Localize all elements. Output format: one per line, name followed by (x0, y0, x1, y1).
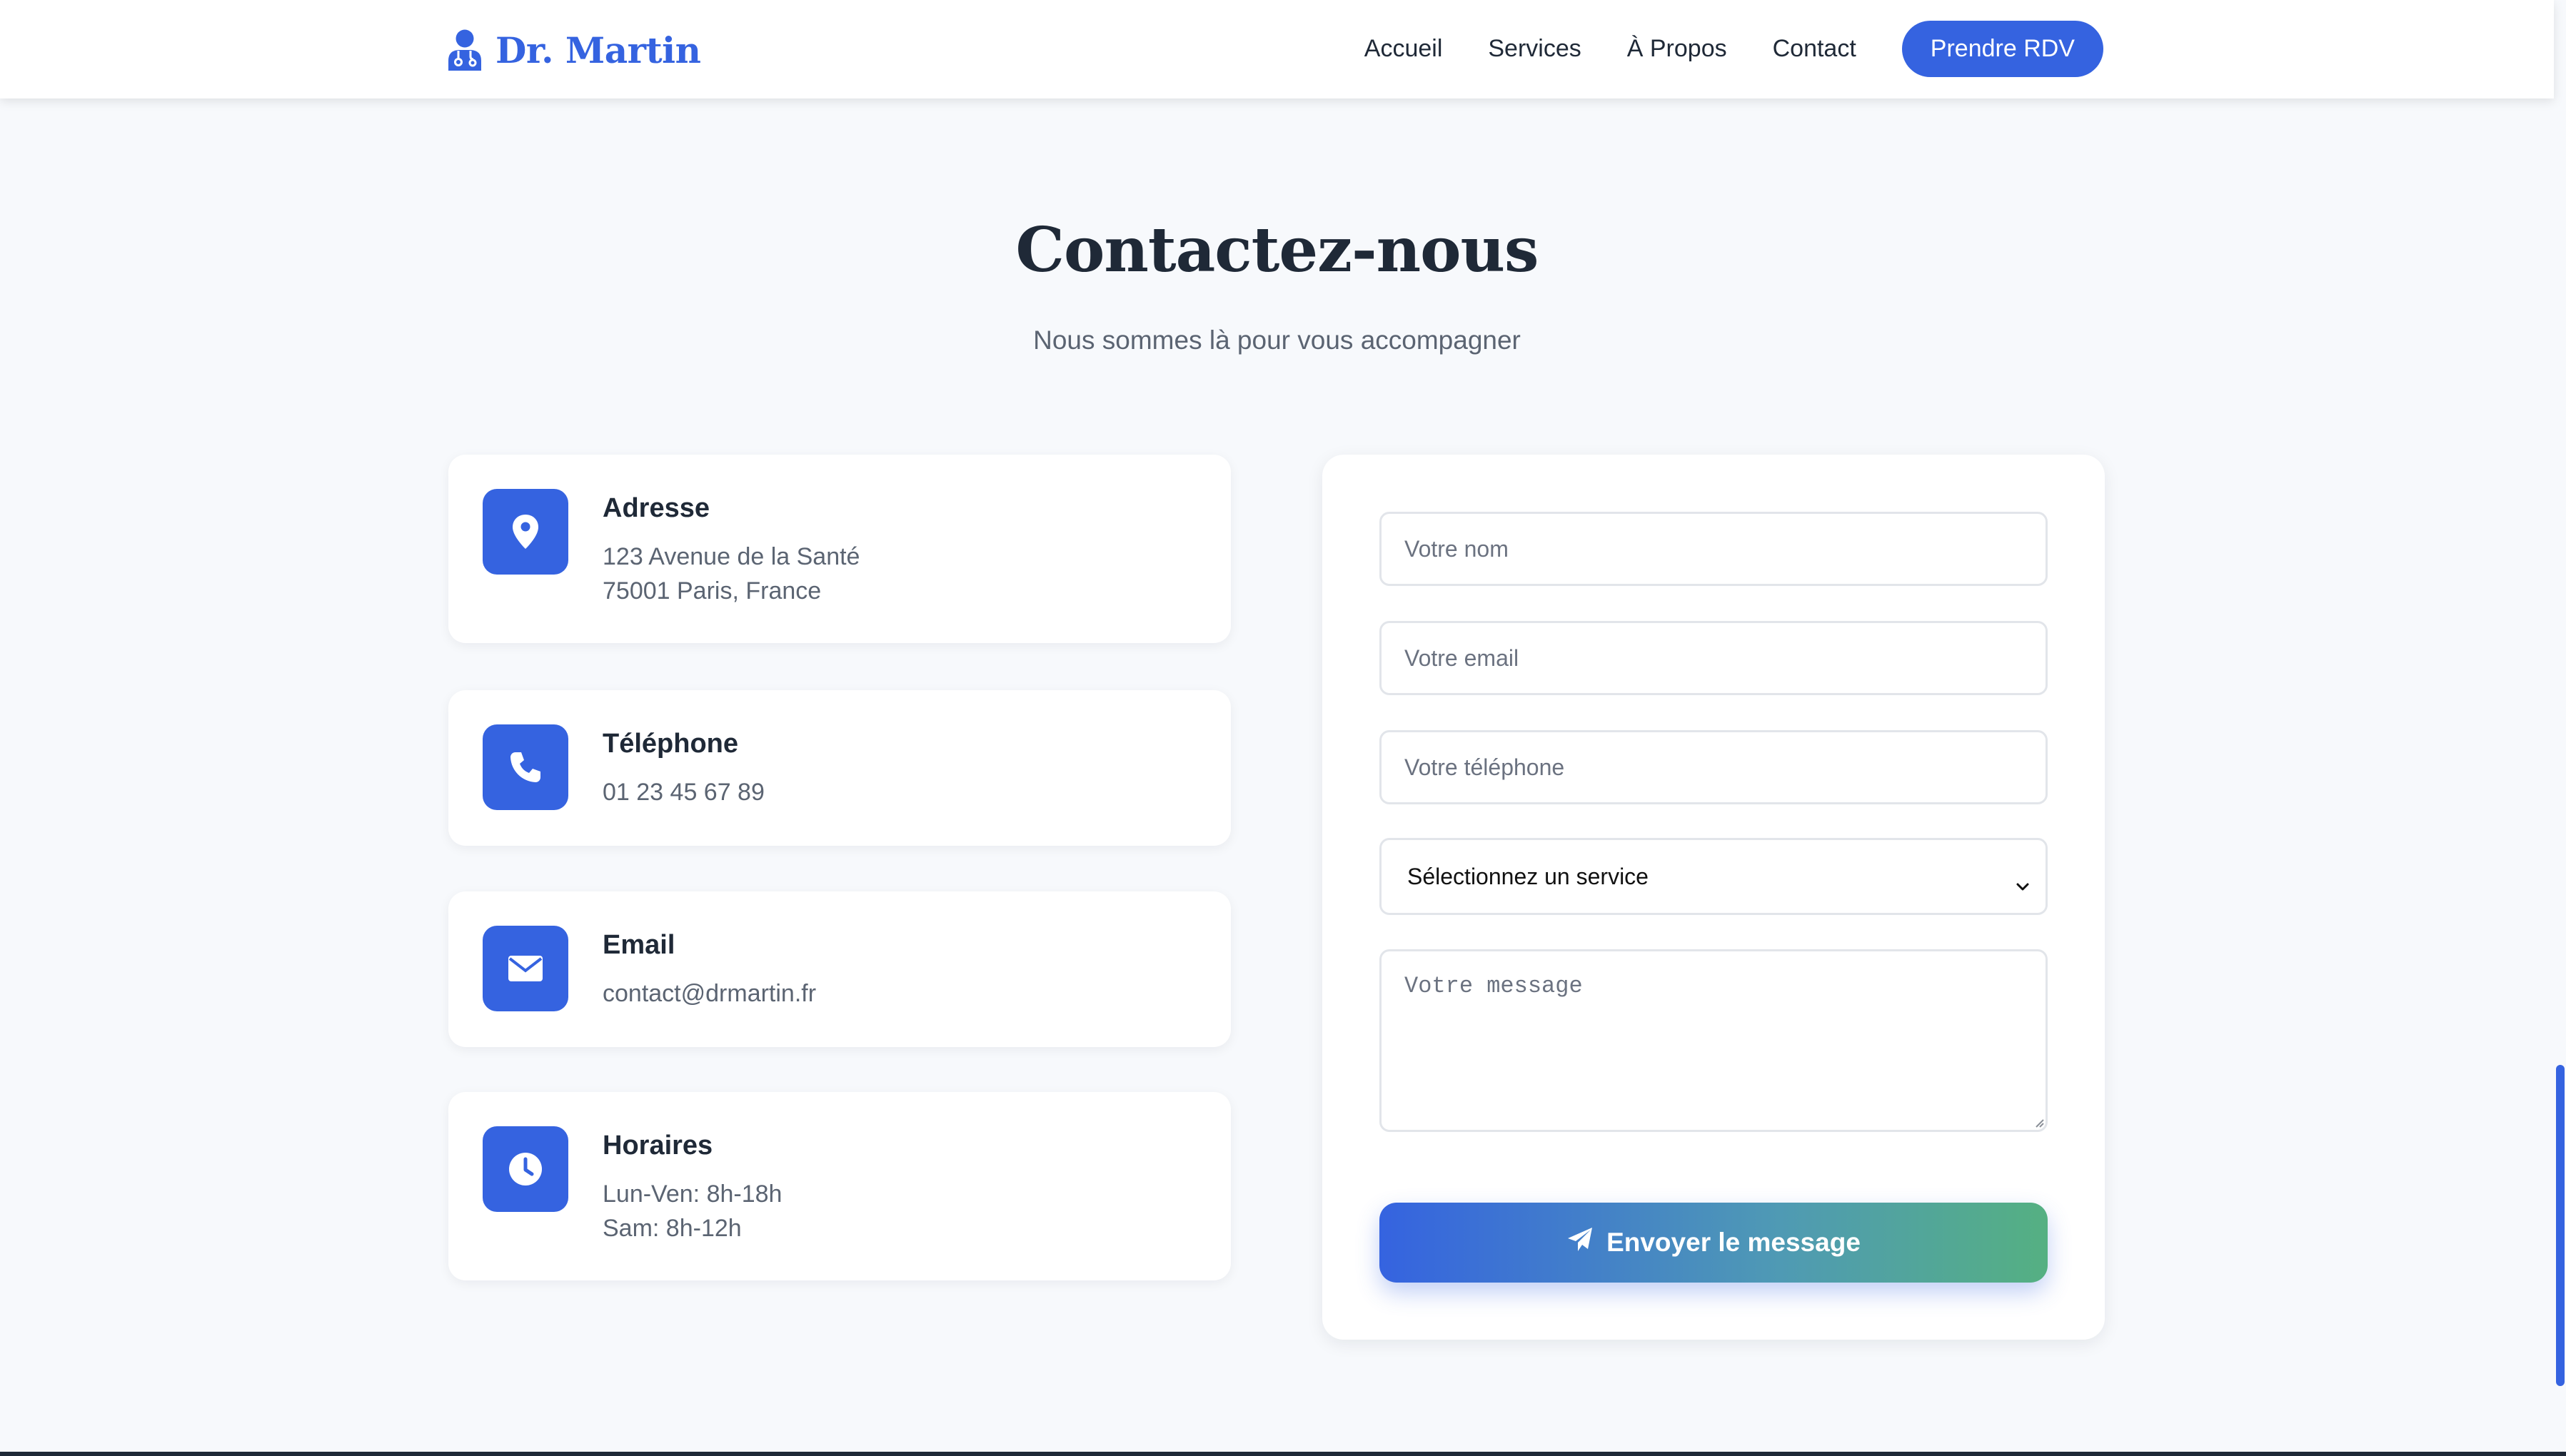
send-message-button[interactable]: Envoyer le message (1379, 1203, 2048, 1283)
info-card-phone: Téléphone 01 23 45 67 89 (448, 690, 1231, 846)
address-line-2: 75001 Paris, France (603, 577, 822, 605)
chevron-down-icon (2016, 871, 2030, 898)
phone-number[interactable]: 01 23 45 67 89 (603, 779, 765, 807)
location-pin-icon (483, 489, 568, 575)
info-card-email: Email contact@drmartin.fr (448, 891, 1231, 1047)
info-card-hours: Horaires Lun-Ven: 8h-18h Sam: 8h-12h (448, 1092, 1231, 1280)
email-input[interactable] (1379, 621, 2048, 695)
info-title: Horaires (603, 1131, 713, 1161)
nav-link-a-propos[interactable]: À Propos (1627, 35, 1727, 63)
paper-plane-icon (1566, 1227, 1594, 1259)
clock-icon (483, 1126, 568, 1212)
phone-input[interactable] (1379, 730, 2048, 804)
message-textarea[interactable] (1379, 949, 2048, 1132)
navbar: Dr. Martin Accueil Services À Propos Con… (0, 0, 2554, 98)
service-select-value: Sélectionnez un service (1407, 863, 1649, 889)
address-line-1: 123 Avenue de la Santé (603, 543, 860, 570)
nav-link-contact[interactable]: Contact (1773, 35, 1856, 63)
info-title: Adresse (603, 493, 710, 523)
brand-name: Dr. Martin (495, 29, 701, 71)
brand-logo[interactable]: Dr. Martin (447, 27, 701, 73)
service-select[interactable]: Sélectionnez un service (1379, 838, 2048, 915)
info-title: Téléphone (603, 729, 739, 759)
nav-link-accueil[interactable]: Accueil (1364, 35, 1443, 63)
section-title: Contactez-nous (1015, 214, 1539, 286)
doctor-user-icon (447, 29, 483, 71)
envelope-icon (483, 926, 568, 1011)
scrollbar-thumb[interactable] (2556, 1065, 2565, 1386)
main-nav: Accueil Services À Propos Contact Prendr… (1364, 21, 2103, 77)
footer-edge (0, 1452, 2566, 1456)
email-address[interactable]: contact@drmartin.fr (603, 980, 816, 1008)
hours-weekdays: Lun-Ven: 8h-18h (603, 1181, 783, 1208)
name-input[interactable] (1379, 512, 2048, 586)
hours-saturday: Sam: 8h-12h (603, 1215, 742, 1242)
contact-form: Sélectionnez un service Envoyer le messa… (1322, 455, 2105, 1340)
info-card-address: Adresse 123 Avenue de la Santé 75001 Par… (448, 455, 1231, 643)
info-title: Email (603, 930, 675, 960)
nav-link-services[interactable]: Services (1488, 35, 1581, 63)
send-message-label: Envoyer le message (1606, 1228, 1861, 1257)
phone-icon (483, 724, 568, 810)
book-appointment-button[interactable]: Prendre RDV (1901, 21, 2103, 77)
section-subtitle: Nous sommes là pour vous accompagner (1033, 325, 1521, 355)
